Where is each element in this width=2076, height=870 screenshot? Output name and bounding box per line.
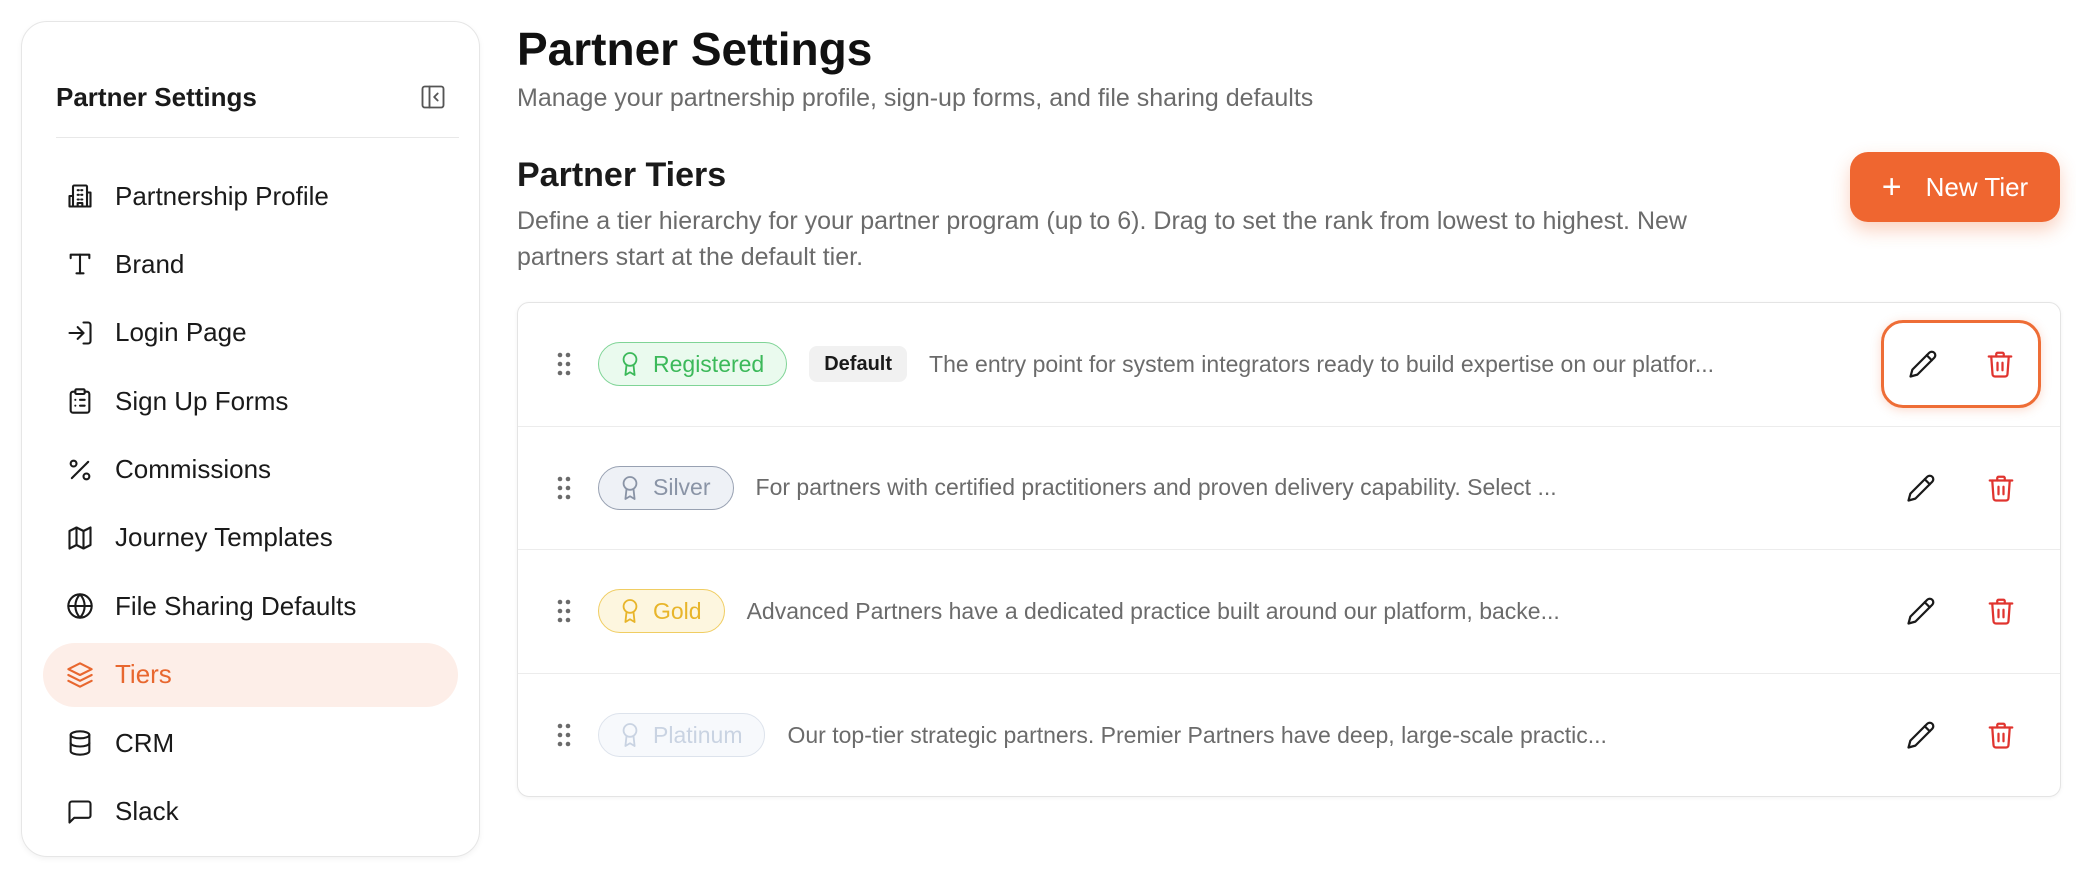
trash-icon bbox=[1987, 351, 2012, 378]
tier-row: Gold Advanced Partners have a dedicated … bbox=[518, 550, 2060, 674]
delete-tier-button[interactable] bbox=[1979, 589, 2023, 633]
trash-icon bbox=[1988, 598, 2014, 625]
sidebar-nav: Partnership Profile Brand Login Page Sig… bbox=[43, 164, 458, 848]
layers-icon bbox=[65, 660, 95, 690]
new-tier-button-label: New Tier bbox=[1925, 171, 2029, 202]
tier-description: The entry point for system integrators r… bbox=[929, 350, 1714, 377]
tier-actions bbox=[1881, 567, 2041, 655]
edit-tier-button[interactable] bbox=[1899, 713, 1943, 757]
section-title: Partner Tiers bbox=[517, 156, 727, 194]
tier-description: For partners with certified practitioner… bbox=[755, 474, 1557, 501]
drag-handle-icon[interactable] bbox=[554, 597, 574, 625]
sidebar-item-label: File Sharing Defaults bbox=[115, 590, 357, 621]
sidebar-header: Partner Settings bbox=[56, 58, 459, 138]
type-icon bbox=[65, 249, 95, 279]
edit-tier-button[interactable] bbox=[1899, 589, 1943, 633]
pencil-icon bbox=[1907, 721, 1935, 749]
sidebar-item-file-sharing-defaults[interactable]: File Sharing Defaults bbox=[43, 574, 458, 638]
delete-tier-button[interactable] bbox=[1979, 466, 2023, 510]
sidebar-item-label: Login Page bbox=[115, 317, 247, 348]
trash-icon bbox=[1988, 722, 2014, 749]
sidebar-item-slack[interactable]: Slack bbox=[43, 780, 458, 844]
tier-list: Registered Default The entry point for s… bbox=[517, 302, 2061, 797]
drag-handle-icon[interactable] bbox=[554, 721, 574, 749]
page-title: Partner Settings bbox=[517, 23, 873, 75]
award-icon bbox=[622, 352, 638, 377]
map-icon bbox=[65, 523, 95, 553]
tier-row: Platinum Our top-tier strategic partners… bbox=[518, 674, 2060, 797]
sidebar-item-label: Brand bbox=[115, 248, 185, 279]
sidebar-collapse-icon bbox=[421, 85, 445, 109]
tier-row: Registered Default The entry point for s… bbox=[518, 303, 2060, 427]
tier-name: Gold bbox=[653, 597, 702, 624]
sidebar-item-tiers[interactable]: Tiers bbox=[43, 642, 458, 707]
sidebar-item-label: Journey Templates bbox=[115, 522, 333, 553]
drag-handle-icon[interactable] bbox=[554, 350, 574, 378]
sidebar-item-partnership-profile[interactable]: Partnership Profile bbox=[43, 164, 458, 228]
sidebar-item-brand[interactable]: Brand bbox=[43, 232, 458, 296]
sidebar-item-sign-up-forms[interactable]: Sign Up Forms bbox=[43, 369, 458, 433]
sidebar-collapse-button[interactable] bbox=[415, 79, 451, 115]
section-description: Define a tier hierarchy for your partner… bbox=[517, 207, 1687, 271]
sidebar-item-commissions[interactable]: Commissions bbox=[43, 438, 458, 502]
sidebar-item-label: Commissions bbox=[115, 454, 272, 485]
globe-icon bbox=[65, 591, 95, 621]
tier-row: Silver For partners with certified pract… bbox=[518, 427, 2060, 550]
edit-tier-button[interactable] bbox=[1901, 342, 1945, 386]
edit-tier-button[interactable] bbox=[1899, 466, 1943, 510]
trash-icon bbox=[1988, 475, 2014, 502]
sidebar-item-label: Slack bbox=[115, 796, 179, 827]
tier-content: Gold Advanced Partners have a dedicated … bbox=[598, 589, 1560, 634]
delete-tier-button[interactable] bbox=[1979, 713, 2023, 757]
delete-tier-button[interactable] bbox=[1978, 342, 2022, 386]
pencil-icon bbox=[1907, 597, 1935, 625]
award-icon bbox=[622, 475, 638, 500]
tier-content: Platinum Our top-tier strategic partners… bbox=[598, 713, 1607, 758]
tier-description: Our top-tier strategic partners. Premier… bbox=[787, 721, 1607, 748]
tier-content: Silver For partners with certified pract… bbox=[598, 465, 1557, 510]
plus-icon: + bbox=[1881, 168, 1902, 206]
sidebar-item-label: CRM bbox=[115, 727, 175, 758]
new-tier-button[interactable]: + New Tier bbox=[1850, 152, 2060, 222]
default-chip: Default bbox=[809, 346, 908, 383]
tier-name: Platinum bbox=[653, 721, 743, 748]
sidebar-item-journey-templates[interactable]: Journey Templates bbox=[43, 506, 458, 570]
sidebar-title: Partner Settings bbox=[56, 82, 257, 112]
award-icon bbox=[622, 599, 638, 624]
login-icon bbox=[65, 318, 95, 348]
pencil-icon bbox=[1907, 474, 1935, 502]
sidebar-item-label: Tiers bbox=[115, 659, 172, 690]
percent-icon bbox=[65, 455, 95, 485]
sidebar-item-label: Partnership Profile bbox=[115, 180, 329, 211]
drag-handle-icon[interactable] bbox=[554, 474, 574, 502]
tier-actions bbox=[1881, 691, 2041, 779]
tier-actions bbox=[1881, 444, 2041, 532]
building-icon bbox=[65, 181, 95, 211]
tier-name: Registered bbox=[653, 350, 765, 377]
clipboard-icon bbox=[65, 386, 95, 416]
page-subtitle: Manage your partnership profile, sign-up… bbox=[517, 84, 1314, 112]
tier-name: Silver bbox=[653, 474, 711, 501]
pencil-icon bbox=[1908, 350, 1936, 378]
sidebar-item-crm[interactable]: CRM bbox=[43, 711, 458, 775]
sidebar-item-label: Sign Up Forms bbox=[115, 385, 289, 416]
tier-badge: Platinum bbox=[598, 713, 766, 758]
tier-actions bbox=[1881, 320, 2041, 409]
tier-description: Advanced Partners have a dedicated pract… bbox=[746, 597, 1560, 624]
sidebar: Partner Settings Partnership Profile Bra… bbox=[21, 21, 480, 857]
message-square-icon bbox=[65, 797, 95, 827]
sidebar-item-login-page[interactable]: Login Page bbox=[43, 301, 458, 365]
tier-badge: Silver bbox=[598, 465, 734, 510]
database-icon bbox=[65, 728, 95, 758]
award-icon bbox=[622, 723, 638, 748]
tier-content: Registered Default The entry point for s… bbox=[598, 342, 1714, 387]
tier-badge: Gold bbox=[598, 589, 725, 634]
tier-badge: Registered bbox=[598, 342, 788, 387]
